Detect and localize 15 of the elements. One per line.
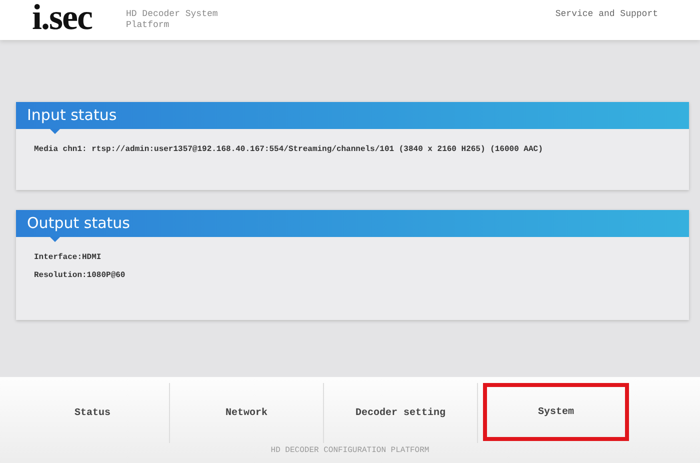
pointer-icon [50, 129, 60, 134]
panel-header: Output status [16, 210, 689, 237]
service-support-link[interactable]: Service and Support [555, 9, 658, 19]
platform-subtitle: HD Decoder System Platform [126, 9, 219, 31]
nav-tab[interactable]: System [483, 383, 629, 441]
status-text: Media chn1: rtsp://admin:user1357@192.168.40.167:554/Streaming/channels/101 (3840 x 2160 H265) (16000 AAC) [34, 145, 544, 154]
nav-tab[interactable]: Network [170, 383, 324, 443]
footer-text: HD DECODER CONFIGURATION PLATFORM [270, 446, 430, 455]
status-text: Interface:HDMI [34, 253, 102, 262]
logo: i.sec [32, 0, 92, 35]
status-text: Resolution:1080P@60 [34, 271, 126, 280]
panel-header: Input status [16, 102, 689, 129]
nav-tab[interactable]: Status [16, 383, 170, 443]
pointer-icon [50, 237, 60, 242]
nav-tab[interactable]: Decoder setting [324, 383, 478, 443]
